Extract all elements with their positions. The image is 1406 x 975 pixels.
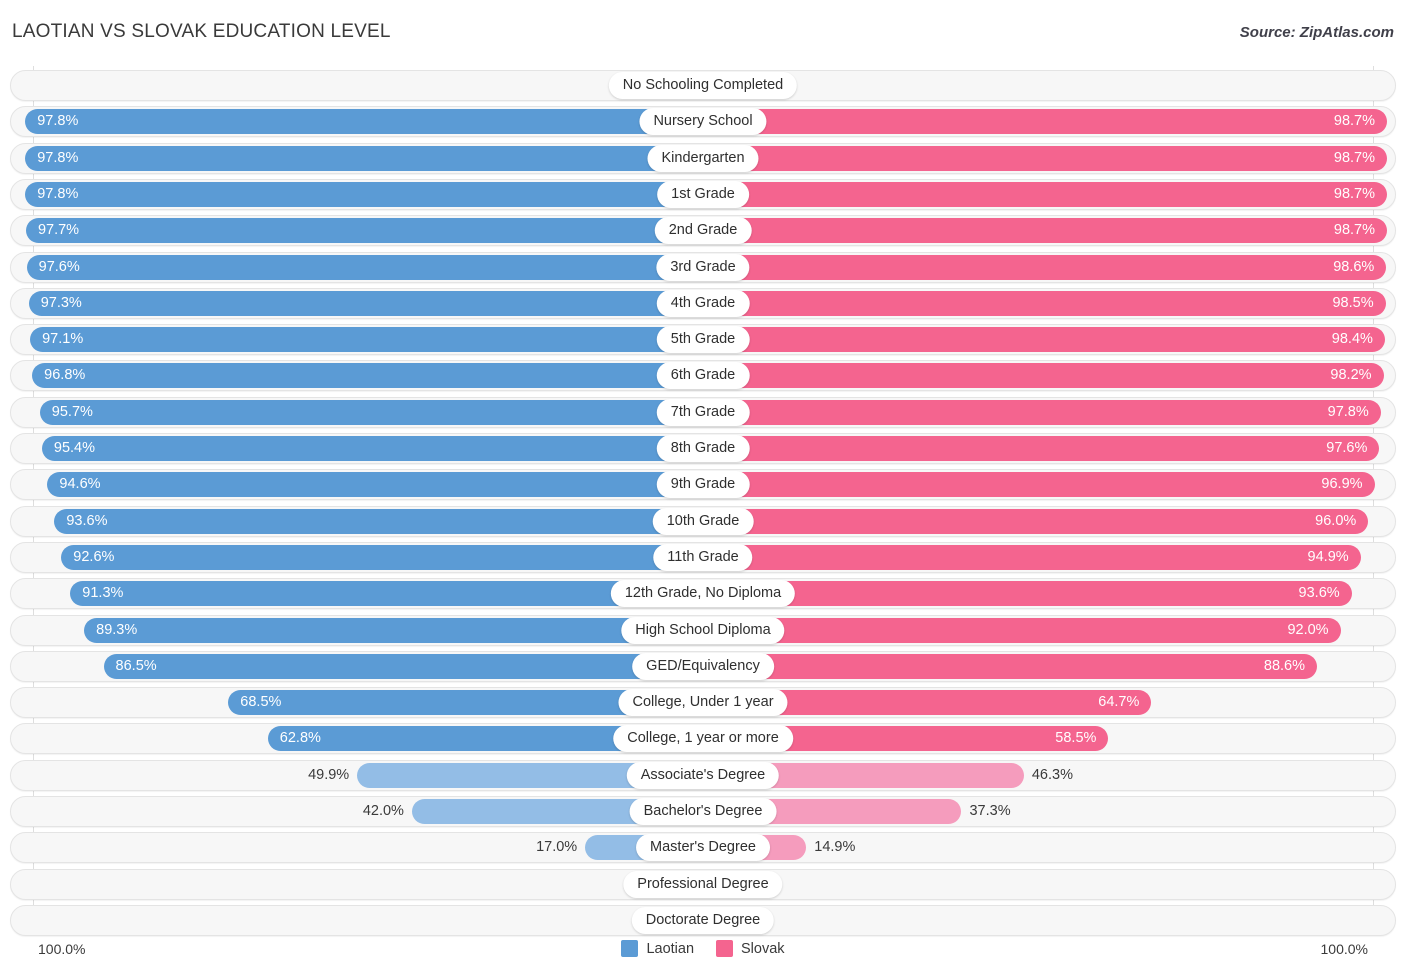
chart-row: 97.8% 98.7% 1st Grade <box>10 178 1396 210</box>
category-label: College, 1 year or more <box>613 725 793 753</box>
chart-row: 68.5% 64.7% College, Under 1 year <box>10 687 1396 719</box>
chart-row: 49.9% 46.3% Associate's Degree <box>10 759 1396 791</box>
legend-label: Slovak <box>741 940 785 957</box>
category-label: 2nd Grade <box>654 217 752 245</box>
value-label-slovak: 37.3% <box>969 803 1011 819</box>
chart-row: 95.4% 97.6% 8th Grade <box>10 433 1396 464</box>
value-label-slovak: 46.3% <box>1031 766 1073 783</box>
value-label-laotian: 97.7% <box>37 222 80 239</box>
chart-row: 42.0% 37.3% Bachelor's Degree <box>10 796 1396 827</box>
chart-row: 97.8% 98.7% Kindergarten <box>10 142 1396 174</box>
value-label-laotian: 96.8% <box>44 367 86 384</box>
chart-row: 95.7% 97.8% 7th Grade <box>10 396 1396 428</box>
value-label-slovak: 92.0% <box>1287 621 1329 638</box>
legend-item-laotian: Laotian <box>621 940 694 957</box>
value-label-laotian: 17.0% <box>536 839 578 856</box>
value-label-laotian: 97.8% <box>37 185 79 202</box>
category-label: Professional Degree <box>623 870 783 898</box>
value-label-laotian: 97.3% <box>40 294 82 311</box>
chart-legend: Laotian Slovak <box>0 940 1406 957</box>
category-label: 10th Grade <box>652 507 754 535</box>
value-label-laotian: 94.6% <box>59 476 101 493</box>
chart-row: 2.2%1.3%No Schooling Completed <box>10 70 1396 101</box>
chart-row: 94.6% 96.9% 9th Grade <box>10 469 1396 501</box>
value-label-laotian: 89.3% <box>96 621 138 638</box>
value-label-laotian: 49.9% <box>308 766 350 783</box>
value-label-laotian: 97.1% <box>42 331 84 348</box>
category-label: No Schooling Completed <box>608 72 798 99</box>
category-label: 5th Grade <box>656 326 750 354</box>
chart-row: 97.7% 98.7% 2nd Grade <box>10 215 1396 247</box>
category-label: 11th Grade <box>653 543 753 571</box>
value-label-laotian: 91.3% <box>82 585 124 602</box>
chart-row: 96.8% 98.2% 6th Grade <box>10 360 1396 392</box>
value-label-laotian: 97.8% <box>37 149 79 166</box>
legend-swatch-icon <box>621 940 639 957</box>
chart-row: 97.6% 98.6% 3rd Grade <box>10 251 1396 283</box>
value-label-slovak: 88.6% <box>1263 657 1305 674</box>
value-label-slovak: 14.9% <box>814 839 856 856</box>
value-label-laotian: 86.5% <box>115 657 157 674</box>
value-label-slovak: 96.0% <box>1315 512 1357 529</box>
value-label-laotian: 97.6% <box>38 258 80 275</box>
value-label-laotian: 95.7% <box>51 403 93 420</box>
category-label: 6th Grade <box>656 362 750 390</box>
chart-row: 62.8% 58.5% College, 1 year or more <box>10 723 1396 755</box>
category-label: 1st Grade <box>657 180 749 208</box>
value-label-laotian: 97.8% <box>37 113 79 130</box>
legend-label: Laotian <box>646 940 695 957</box>
page-title: LAOTIAN VS SLOVAK EDUCATION LEVEL <box>12 21 391 42</box>
value-label-slovak: 97.8% <box>1327 403 1369 420</box>
value-label-slovak: 98.5% <box>1332 294 1374 311</box>
chart-row: 91.3% 93.6% 12th Grade, No Diploma <box>10 578 1396 610</box>
chart-row: 92.6% 94.9% 11th Grade <box>10 541 1396 573</box>
category-label: Nursery School <box>639 108 767 136</box>
category-label: Associate's Degree <box>626 761 780 789</box>
category-label: College, Under 1 year <box>618 689 788 717</box>
category-label: Kindergarten <box>647 144 759 172</box>
category-label: GED/Equivalency <box>632 652 774 680</box>
value-label-slovak: 98.7% <box>1333 149 1375 166</box>
category-label: Doctorate Degree <box>631 906 775 934</box>
value-label-laotian: 95.4% <box>53 440 95 456</box>
category-label: Bachelor's Degree <box>629 798 777 825</box>
chart-row: 89.3% 92.0% High School Diploma <box>10 614 1396 646</box>
category-label: Master's Degree <box>636 834 770 862</box>
value-label-slovak: 94.9% <box>1307 548 1349 565</box>
value-label-slovak: 98.7% <box>1333 185 1375 202</box>
chart-row: 2.3%1.8%Doctorate Degree <box>10 904 1396 936</box>
legend-swatch-icon <box>716 940 734 957</box>
value-label-slovak: 97.6% <box>1326 440 1368 456</box>
chart-row: 97.1% 98.4% 5th Grade <box>10 324 1396 356</box>
value-label-slovak: 98.2% <box>1330 367 1372 384</box>
chart-footer: 100.0% 100.0% Laotian Slovak <box>0 935 1406 975</box>
legend-item-slovak: Slovak <box>716 940 785 957</box>
value-label-laotian: 92.6% <box>73 548 115 565</box>
chart-row: 86.5% 88.6% GED/Equivalency <box>10 650 1396 682</box>
chart-row: 17.0% 14.9% Master's Degree <box>10 832 1396 864</box>
diverging-bar-chart: 2.2%1.3%No Schooling Completed 97.8% 98.7%… <box>0 60 1406 936</box>
chart-header: LAOTIAN VS SLOVAK EDUCATION LEVEL Source… <box>0 0 1406 60</box>
chart-row: 93.6% 96.0% 10th Grade <box>10 505 1396 537</box>
category-label: 7th Grade <box>656 398 750 426</box>
category-label: 4th Grade <box>656 289 750 317</box>
value-label-slovak: 98.4% <box>1331 331 1373 348</box>
category-label: 9th Grade <box>656 471 750 499</box>
value-label-slovak: 98.7% <box>1333 113 1375 130</box>
source-attribution: Source: ZipAtlas.com <box>1239 24 1394 41</box>
category-label: High School Diploma <box>621 616 785 644</box>
category-label: 3rd Grade <box>656 253 750 281</box>
chart-row: 97.3% 98.5% 4th Grade <box>10 287 1396 319</box>
chart-row: 5.2%4.3%Professional Degree <box>10 868 1396 900</box>
value-label-slovak: 93.6% <box>1298 585 1340 602</box>
value-label-slovak: 96.9% <box>1321 476 1363 493</box>
category-label: 12th Grade, No Diploma <box>610 580 796 608</box>
value-label-slovak: 98.7% <box>1333 222 1375 239</box>
value-label-slovak: 98.6% <box>1333 258 1375 275</box>
chart-row: 97.8% 98.7% Nursery School <box>10 106 1396 138</box>
value-label-laotian: 93.6% <box>66 512 108 529</box>
category-label: 8th Grade <box>656 435 750 462</box>
value-label-laotian: 42.0% <box>362 803 404 819</box>
